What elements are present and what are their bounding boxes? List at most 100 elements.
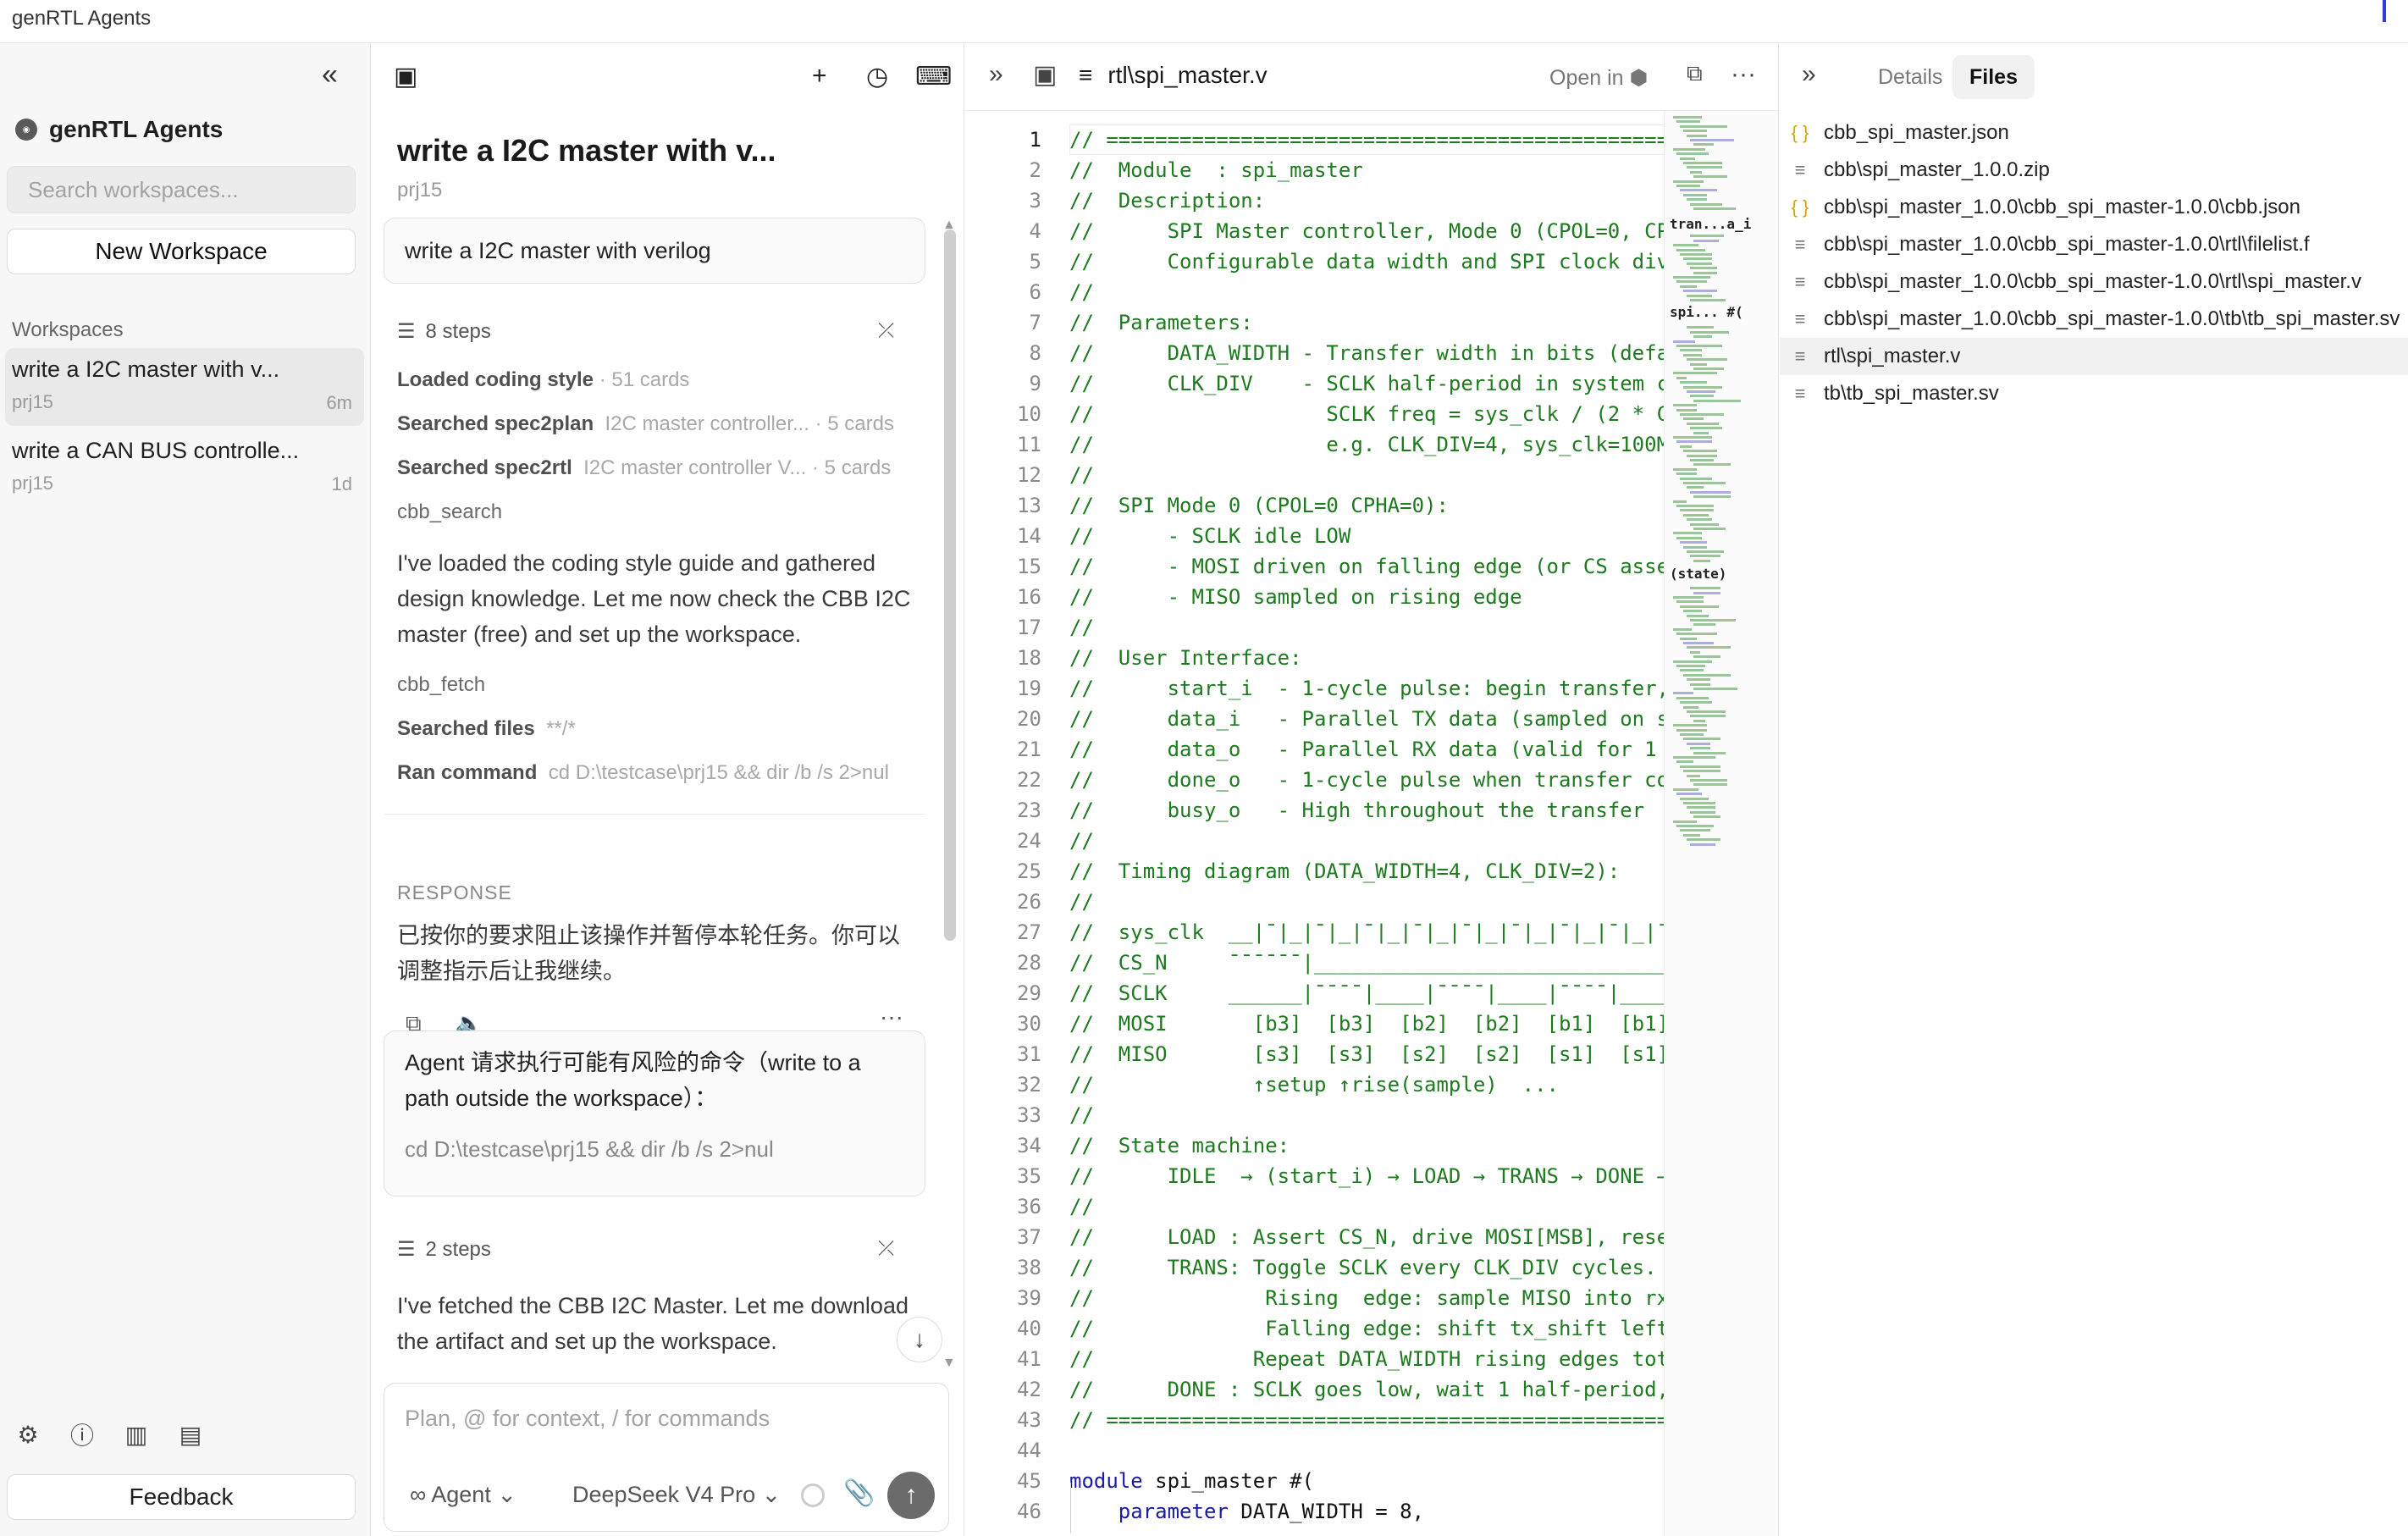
file-item[interactable]: { } cbb_spi_master.json — [1780, 114, 2408, 152]
step-item: Loaded coding style · 51 cards — [397, 368, 689, 392]
line-number: 30 — [1017, 1012, 1041, 1036]
minimap-line — [1673, 756, 1715, 759]
feedback-button[interactable]: Feedback — [7, 1474, 356, 1520]
workspace-item[interactable]: write a I2C master with v... prj15 6m — [5, 348, 364, 426]
minimap-line — [1693, 655, 1720, 659]
workspace-time: 6m — [326, 392, 352, 413]
minimap-line — [1680, 637, 1697, 640]
minimap-line — [1690, 682, 1710, 686]
file-lines-icon: ≡ — [1794, 271, 1806, 292]
minimap-line — [1680, 541, 1707, 544]
minimap-line — [1683, 738, 1720, 741]
minimap-line — [1687, 454, 1717, 457]
archive-icon[interactable]: ▤ — [176, 1420, 205, 1449]
tab-files[interactable]: Files — [1952, 55, 2035, 99]
model-select[interactable]: DeepSeek V4 Pro ⌄ — [572, 1482, 781, 1508]
open-in-button[interactable]: Open in ⬢ — [1549, 65, 1648, 91]
search-workspaces-input[interactable] — [7, 166, 356, 213]
new-workspace-button[interactable]: New Workspace — [7, 229, 356, 274]
file-item[interactable]: ≡ cbb\spi_master_1.0.0\cbb_spi_master-1.0… — [1780, 301, 2408, 338]
scroll-down-arrow-icon[interactable]: ▼ — [942, 1356, 956, 1371]
minimap-line — [1690, 202, 1722, 206]
collapse-steps-icon[interactable]: ⤫ — [878, 1237, 894, 1261]
scroll-to-bottom-button[interactable]: ↓ — [897, 1317, 942, 1362]
minimap-line — [1676, 793, 1702, 796]
minimap-line — [1687, 326, 1714, 329]
minimap-line — [1687, 678, 1710, 682]
line-number: 1 — [1029, 128, 1041, 152]
file-item[interactable]: ≡ rtl\spi_master.v — [1780, 338, 2408, 375]
minimap[interactable]: tran...a_i spi... #( (state) — [1664, 111, 1778, 1536]
collapse-sidebar-icon[interactable]: « — [322, 58, 338, 91]
minimap-line — [1676, 440, 1712, 444]
toggle-panel-icon[interactable]: ▣ — [394, 62, 417, 91]
expand-icon[interactable]: » — [1802, 60, 1816, 89]
minimap-line — [1687, 262, 1712, 265]
toggle-panel-icon[interactable]: ▣ — [1033, 60, 1057, 90]
agent-mode-select[interactable]: ∞ Agent ⌄ — [410, 1482, 516, 1508]
collapse-steps-icon[interactable]: ⤫ — [878, 319, 894, 343]
new-chat-icon[interactable]: + — [812, 62, 827, 91]
chat-scrollbar[interactable] — [944, 229, 956, 941]
file-lines-icon: ≡ — [1794, 159, 1806, 180]
expand-icon[interactable]: » — [989, 60, 1003, 89]
file-item[interactable]: ≡ cbb\spi_master_1.0.0\cbb_spi_master-1.0… — [1780, 226, 2408, 263]
history-icon[interactable]: ◷ — [866, 62, 888, 91]
help-icon[interactable]: ⓘ — [68, 1420, 97, 1449]
composer-input[interactable]: Plan, @ for context, / for commands — [405, 1406, 770, 1432]
tab-details[interactable]: Details — [1861, 55, 1959, 99]
settings-icon[interactable]: ⚙ — [14, 1420, 42, 1449]
columns-icon[interactable]: ▥ — [122, 1420, 151, 1449]
terminal-icon[interactable]: ⌨ — [915, 62, 952, 91]
file-item[interactable]: { } cbb\spi_master_1.0.0\cbb_spi_master-1… — [1780, 189, 2408, 226]
line-number: 13 — [1017, 494, 1041, 517]
minimap-line — [1683, 353, 1702, 356]
minimap-line — [1683, 545, 1707, 549]
copy-icon[interactable]: ⧉ — [1687, 60, 1703, 87]
attach-icon[interactable]: 📎 — [843, 1478, 875, 1508]
steps-header[interactable]: ☰ 2 steps — [397, 1237, 491, 1262]
file-item[interactable]: ≡ cbb\spi_master_1.0.0.zip — [1780, 152, 2408, 189]
minimap-line — [1687, 550, 1724, 553]
minimap-line — [1690, 362, 1707, 366]
minimap-line — [1690, 587, 1720, 590]
code-editor: » ▣ ≡ rtl\spi_master.v Open in ⬢ ⧉ ··· 1… — [965, 43, 1779, 1536]
minimap-line — [1676, 728, 1707, 732]
minimap-line — [1687, 486, 1704, 489]
right-panel-toolbar: » Details Files — [1780, 43, 2408, 111]
line-number: 15 — [1017, 555, 1041, 578]
workspace-title: write a I2C master with v... — [12, 356, 280, 382]
minimap-line — [1693, 688, 1737, 690]
step-action: cbb_fetch — [397, 673, 486, 696]
minimap-line — [1683, 193, 1707, 196]
minimap-line — [1690, 843, 1715, 846]
step-item: Searched files **/* — [397, 717, 576, 741]
minimap-line — [1673, 340, 1695, 343]
minimap-line — [1680, 253, 1712, 256]
file-item[interactable]: ≡ cbb\spi_master_1.0.0\cbb_spi_master-1.0… — [1780, 263, 2408, 301]
workspace-item[interactable]: write a CAN BUS controlle... prj15 1d — [5, 429, 364, 507]
send-button[interactable]: ↑ — [887, 1472, 935, 1519]
minimap-line — [1673, 627, 1692, 631]
more-icon[interactable]: ··· — [880, 1003, 903, 1030]
more-icon[interactable]: ··· — [1731, 60, 1756, 89]
json-braces-icon: { } — [1791, 196, 1809, 218]
minimap-line — [1676, 760, 1693, 764]
minimap-line — [1676, 600, 1704, 604]
chevron-down-icon: ⌄ — [761, 1482, 781, 1507]
workspaces-heading: Workspaces — [12, 318, 124, 341]
file-name: cbb\spi_master_1.0.0.zip — [1824, 158, 2050, 181]
editor-file-tab[interactable]: ≡ rtl\spi_master.v — [1079, 62, 1268, 89]
minimap-line — [1687, 614, 1709, 617]
line-number: 23 — [1017, 798, 1041, 822]
minimap-line — [1693, 463, 1731, 467]
minimap-line — [1690, 330, 1729, 334]
right-panel: » Details Files { } cbb_spi_master.json ≡ c… — [1780, 43, 2408, 1536]
minimap-line — [1690, 555, 1720, 558]
file-name: cbb\spi_master_1.0.0\cbb_spi_master-1.0.… — [1824, 233, 2310, 256]
accent-mark — [2383, 0, 2386, 22]
steps-header[interactable]: ☰ 8 steps — [397, 319, 491, 344]
file-name: rtl\spi_master.v — [1824, 345, 1961, 367]
file-item[interactable]: ≡ tb\tb_spi_master.sv — [1780, 375, 2408, 412]
minimap-line — [1687, 742, 1710, 745]
